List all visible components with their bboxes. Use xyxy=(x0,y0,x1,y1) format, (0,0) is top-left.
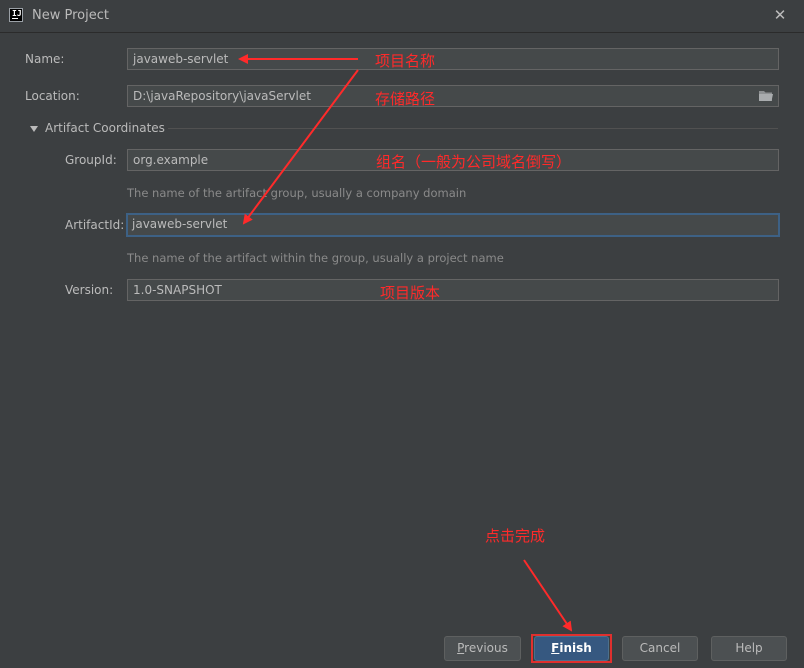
help-button[interactable]: Help xyxy=(711,636,787,661)
finish-button[interactable]: Finish xyxy=(534,636,609,661)
annotation-arrows xyxy=(238,54,573,632)
previous-button[interactable]: Previous xyxy=(444,636,521,661)
cancel-button[interactable]: Cancel xyxy=(622,636,698,661)
arrow-to-artifactid-field xyxy=(242,69,359,225)
arrow-to-finish-button xyxy=(523,559,573,632)
